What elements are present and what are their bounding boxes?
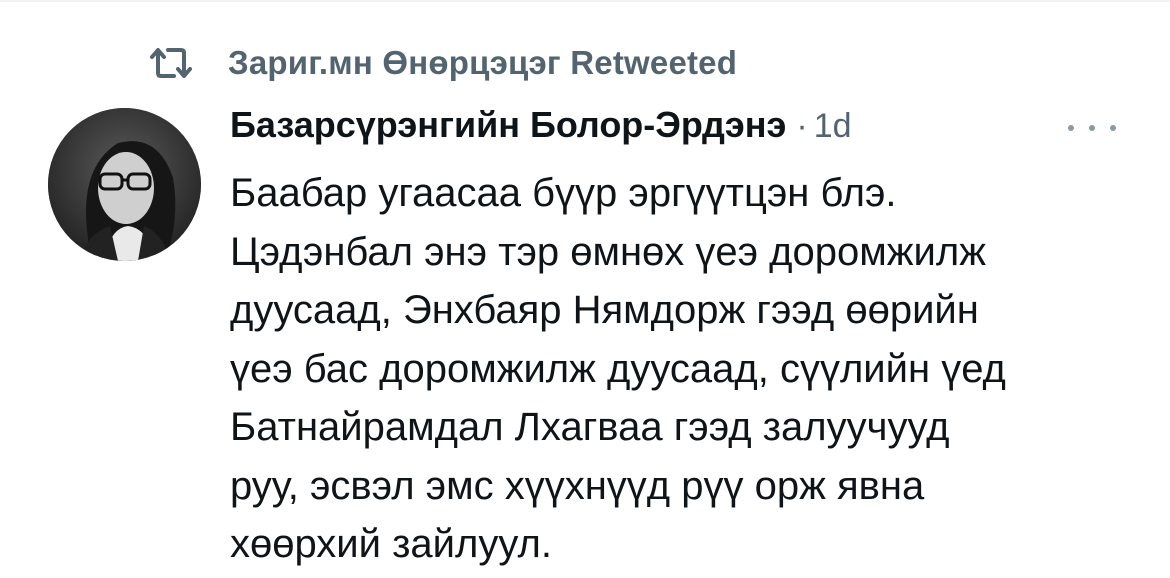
more-horizontal-icon bbox=[1110, 125, 1116, 131]
retweet-label[interactable]: Зариг.мн Өнөрцэцэг Retweeted bbox=[228, 44, 737, 82]
tweet-text-line: руу, эсвэл эмс хүүхнүүд рүү орж явна bbox=[230, 463, 925, 508]
retweet-indicator[interactable]: Зариг.мн Өнөрцэцэг Retweeted bbox=[146, 40, 737, 86]
tweet-body[interactable]: Базарсүрэнгийн Болор-Эрдэнэ · 1d Баабар … bbox=[230, 104, 1130, 574]
tweet-text-line: Батнайрамдал Лхагваа гээд залуучууд bbox=[230, 405, 950, 449]
tweet-text-line: Цэдэнбал энэ тэр өмнөх үеэ доромжилж bbox=[230, 229, 986, 274]
avatar[interactable] bbox=[48, 108, 201, 261]
tweet-text-line: хөөрхий зайлуул. bbox=[230, 522, 552, 566]
more-options-button[interactable] bbox=[1068, 118, 1116, 138]
author-name[interactable]: Базарсүрэнгийн Болор-Эрдэнэ bbox=[230, 104, 786, 146]
more-horizontal-icon bbox=[1089, 125, 1095, 131]
tweet-text-line: Баабар угаасаа бүүр эргүүтцэн блэ. bbox=[230, 171, 897, 215]
tweet-text-line: үеэ бас доромжилж дуусаад, сүүлийн үед bbox=[230, 346, 1006, 391]
separator-dot: · bbox=[796, 107, 808, 145]
tweet-text: Баабар угаасаа бүүр эргүүтцэн блэ. Цэдэн… bbox=[230, 164, 1130, 574]
top-divider bbox=[0, 0, 1170, 2]
tweet-header: Базарсүрэнгийн Болор-Эрдэнэ · 1d bbox=[230, 104, 1130, 156]
tweet-text-line: дуусаад, Энхбаяр Нямдорж гээд өөрийн bbox=[230, 288, 979, 332]
more-horizontal-icon bbox=[1068, 125, 1074, 131]
tweet-timestamp[interactable]: 1d bbox=[814, 107, 852, 146]
retweet-icon bbox=[146, 43, 196, 83]
